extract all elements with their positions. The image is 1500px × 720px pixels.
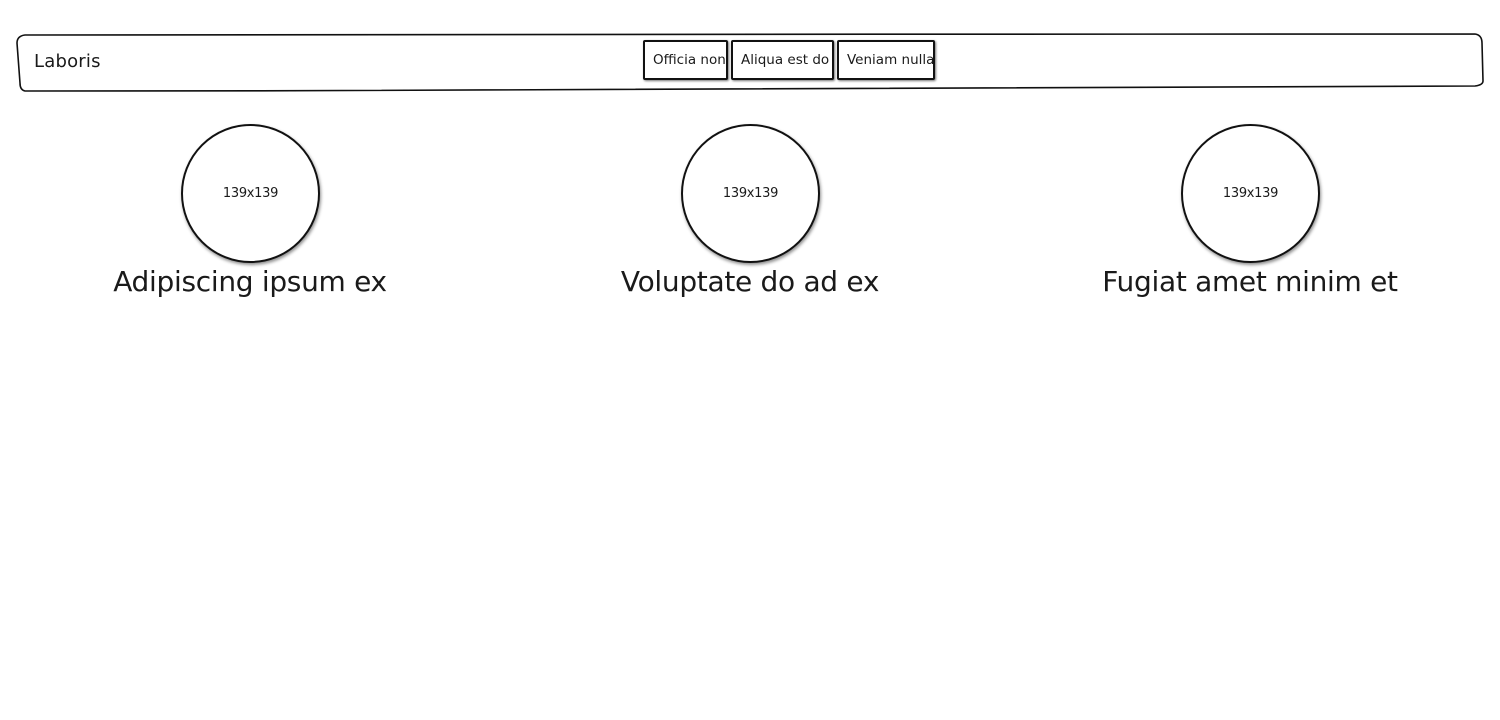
image-placeholder: 139x139 <box>181 124 320 263</box>
nav-buttons: Officia non Aliqua est do Veniam nulla <box>643 40 935 80</box>
feature-item: 139x139 Voluptate do ad ex <box>500 124 1000 314</box>
nav-button-veniam-nulla[interactable]: Veniam nulla <box>837 40 935 80</box>
image-placeholder-label: 139x139 <box>1222 186 1279 201</box>
feature-title: Adipiscing ipsum ex <box>113 265 387 298</box>
feature-list: 139x139 Adipiscing ipsum ex 139x139 Volu… <box>0 124 1500 314</box>
image-placeholder-label: 139x139 <box>722 186 779 201</box>
feature-item: 139x139 Adipiscing ipsum ex <box>0 124 500 314</box>
image-placeholder-label: 139x139 <box>222 186 279 201</box>
page: Laboris Officia non Aliqua est do Veniam… <box>0 0 1500 720</box>
feature-title: Voluptate do ad ex <box>620 265 880 298</box>
nav-button-officia-non[interactable]: Officia non <box>643 40 728 80</box>
brand-link[interactable]: Laboris <box>34 33 101 91</box>
image-placeholder: 139x139 <box>1181 124 1320 263</box>
nav-button-aliqua-est-do[interactable]: Aliqua est do <box>731 40 834 80</box>
feature-item: 139x139 Fugiat amet minim et <box>1000 124 1500 314</box>
navbar: Laboris Officia non Aliqua est do Veniam… <box>16 32 1484 92</box>
image-placeholder: 139x139 <box>681 124 820 263</box>
feature-title: Fugiat amet minim et <box>1102 265 1398 298</box>
